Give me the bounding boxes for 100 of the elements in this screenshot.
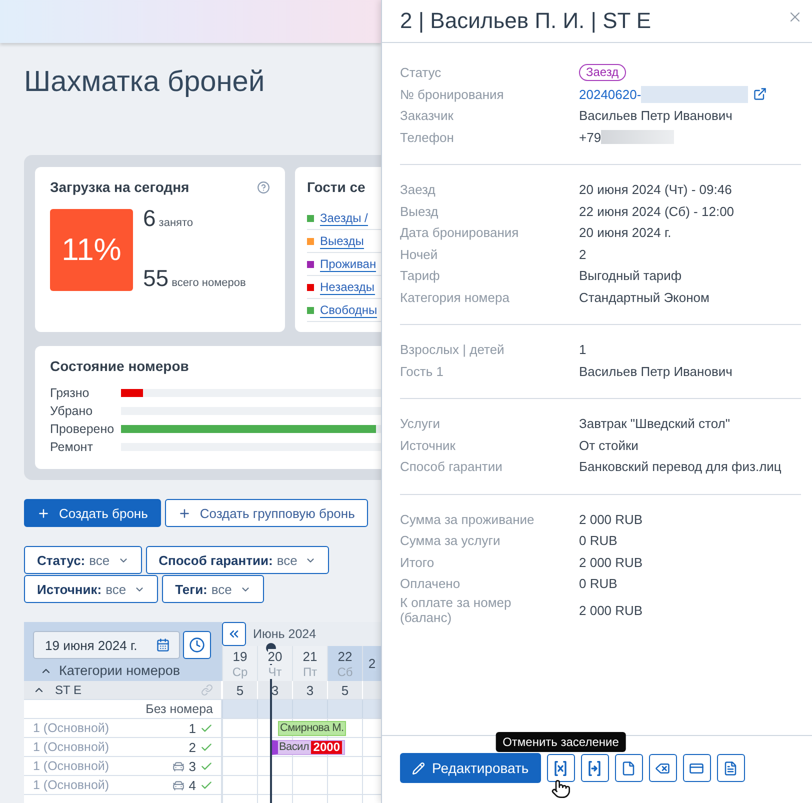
status-badge: Заезд [579, 64, 626, 82]
field-label: № бронирования [400, 86, 505, 102]
field-value: Завтрак "Шведский стол" [579, 416, 730, 432]
unassigned-label: Без номера [146, 702, 213, 716]
legend-link[interactable]: Заезды / [320, 210, 368, 226]
field-value: Васильев Петр Иванович [579, 364, 732, 379]
weekday-label: Пт [302, 664, 318, 678]
time-button[interactable] [183, 631, 211, 659]
field-value: Васильев Петр Иванович [579, 108, 732, 124]
filter-dropdown[interactable]: Способ гарантии: все [146, 546, 330, 574]
plus-icon [178, 506, 191, 520]
action-icon-button[interactable] [716, 754, 745, 782]
day-number: 21 [302, 648, 318, 664]
card-title: Гости се [307, 178, 366, 196]
document-icon [621, 760, 636, 776]
clock-icon [189, 637, 205, 653]
backspace-icon [655, 760, 670, 776]
edit-button[interactable]: Редактировать [400, 753, 541, 783]
field-value: 20 июня 2024 (Чт) - 09:46 [579, 182, 732, 198]
booking-bar[interactable]: Смирнова М. [278, 721, 346, 736]
bracketed-x-icon [553, 760, 568, 776]
field-value: 0 RUB [579, 576, 618, 592]
action-icon-button[interactable] [682, 754, 711, 782]
field-label: Гость 1 [400, 364, 444, 379]
total-label: всего номеров [172, 277, 246, 289]
occupied-count: 6 [143, 205, 156, 231]
pencil-icon [412, 762, 425, 774]
occupied-label: занято [158, 217, 194, 229]
create-booking-button[interactable]: Создать бронь [24, 499, 161, 527]
field-label: Услуги [400, 416, 441, 432]
field-label: Выезд [400, 204, 440, 219]
hand-cursor-icon [550, 779, 571, 799]
day-number: 20 [268, 648, 282, 664]
field-value: 22 июня 2024 (Сб) - 12:00 [579, 204, 734, 219]
room-bed-label: 1 (Основной) [33, 721, 110, 735]
scroll-back-button[interactable] [222, 622, 246, 646]
create-group-booking-button[interactable]: Создать групповую бронь [164, 499, 368, 527]
room-count: 5 [236, 682, 244, 698]
legend-link[interactable]: Проживан [320, 256, 376, 272]
room-count: 3 [306, 682, 314, 698]
external-link-icon[interactable] [753, 87, 768, 102]
filter-dropdown[interactable]: Теги: все [162, 575, 264, 603]
action-icon-button[interactable] [546, 754, 575, 782]
category-name: ST E [55, 683, 82, 697]
field-label: Оплачено [400, 576, 462, 592]
document-icon [723, 760, 738, 776]
card-icon [689, 760, 704, 776]
legend-link[interactable]: Свободны [320, 302, 378, 318]
room-count: 5 [341, 682, 349, 698]
status-label: Проверено [50, 422, 116, 436]
legend-link[interactable]: Незаезды [320, 280, 375, 294]
action-icon-button[interactable] [648, 754, 677, 782]
day-number: 2 [368, 656, 376, 671]
bracketed-arrow-icon [587, 760, 602, 776]
date-field[interactable]: 19 июня 2024 г. [33, 631, 180, 659]
field-label: Заезд [400, 182, 436, 198]
field-value: 2 [579, 246, 586, 262]
month-label: Июнь 2024 [253, 627, 316, 641]
filter-dropdown[interactable]: Статус: все [24, 546, 142, 574]
legend-link[interactable]: Выезды [320, 234, 364, 248]
help-icon[interactable] [257, 180, 270, 194]
field-value: 1 [579, 342, 586, 358]
field-value: +79 [579, 130, 602, 145]
link-icon [201, 684, 213, 696]
field-label: Способ гарантии [400, 459, 504, 474]
action-icon-button[interactable] [614, 754, 643, 782]
field-label: Сумма за проживание [400, 512, 536, 527]
field-value: Выгодный тариф [579, 268, 682, 284]
page-title: Шахматка броней [24, 65, 265, 100]
total-count: 55 [143, 265, 169, 291]
room-bed-label: 1 (Основной) [33, 759, 110, 773]
status-label: Убрано [50, 404, 94, 418]
field-label: Взрослых | детей [400, 342, 506, 358]
room-bed-label: 1 (Основной) [33, 740, 110, 754]
plus-icon [37, 506, 50, 520]
field-value: 0 RUB [579, 533, 618, 548]
field-label: Итого [400, 554, 436, 570]
categories-toggle[interactable]: Категории номеров [33, 662, 180, 679]
filter-dropdown[interactable]: Источник: все [24, 575, 158, 603]
action-icon-button[interactable] [580, 754, 609, 782]
field-label: Категория номера [400, 290, 510, 305]
status-label: Ремонт [50, 440, 94, 454]
field-value: От стойки [579, 438, 638, 453]
field-label: Дата бронирования [400, 225, 520, 240]
field-label: Источник [400, 438, 456, 453]
tooltip: Отменить заселение [496, 732, 626, 752]
guest-name: Васил [278, 741, 310, 754]
booking-bar[interactable]: Васил 2000 [271, 740, 345, 755]
field-value: Стандартный Эконом [579, 290, 710, 305]
weekday-label: Чт [268, 664, 282, 678]
field-label: Сумма за услуги [400, 533, 502, 548]
calendar-icon [156, 638, 170, 652]
card-title: Состояние номеров [50, 357, 190, 375]
amount-badge: 2000 [311, 741, 342, 754]
field-value: 20 июня 2024 г. [579, 225, 672, 240]
status-label: Грязно [50, 386, 90, 400]
field-label: Телефон [400, 130, 455, 145]
room-number: 2 [188, 740, 196, 754]
field-label: Статус [400, 65, 442, 80]
booking-number-link[interactable]: 20240620- [579, 86, 642, 102]
